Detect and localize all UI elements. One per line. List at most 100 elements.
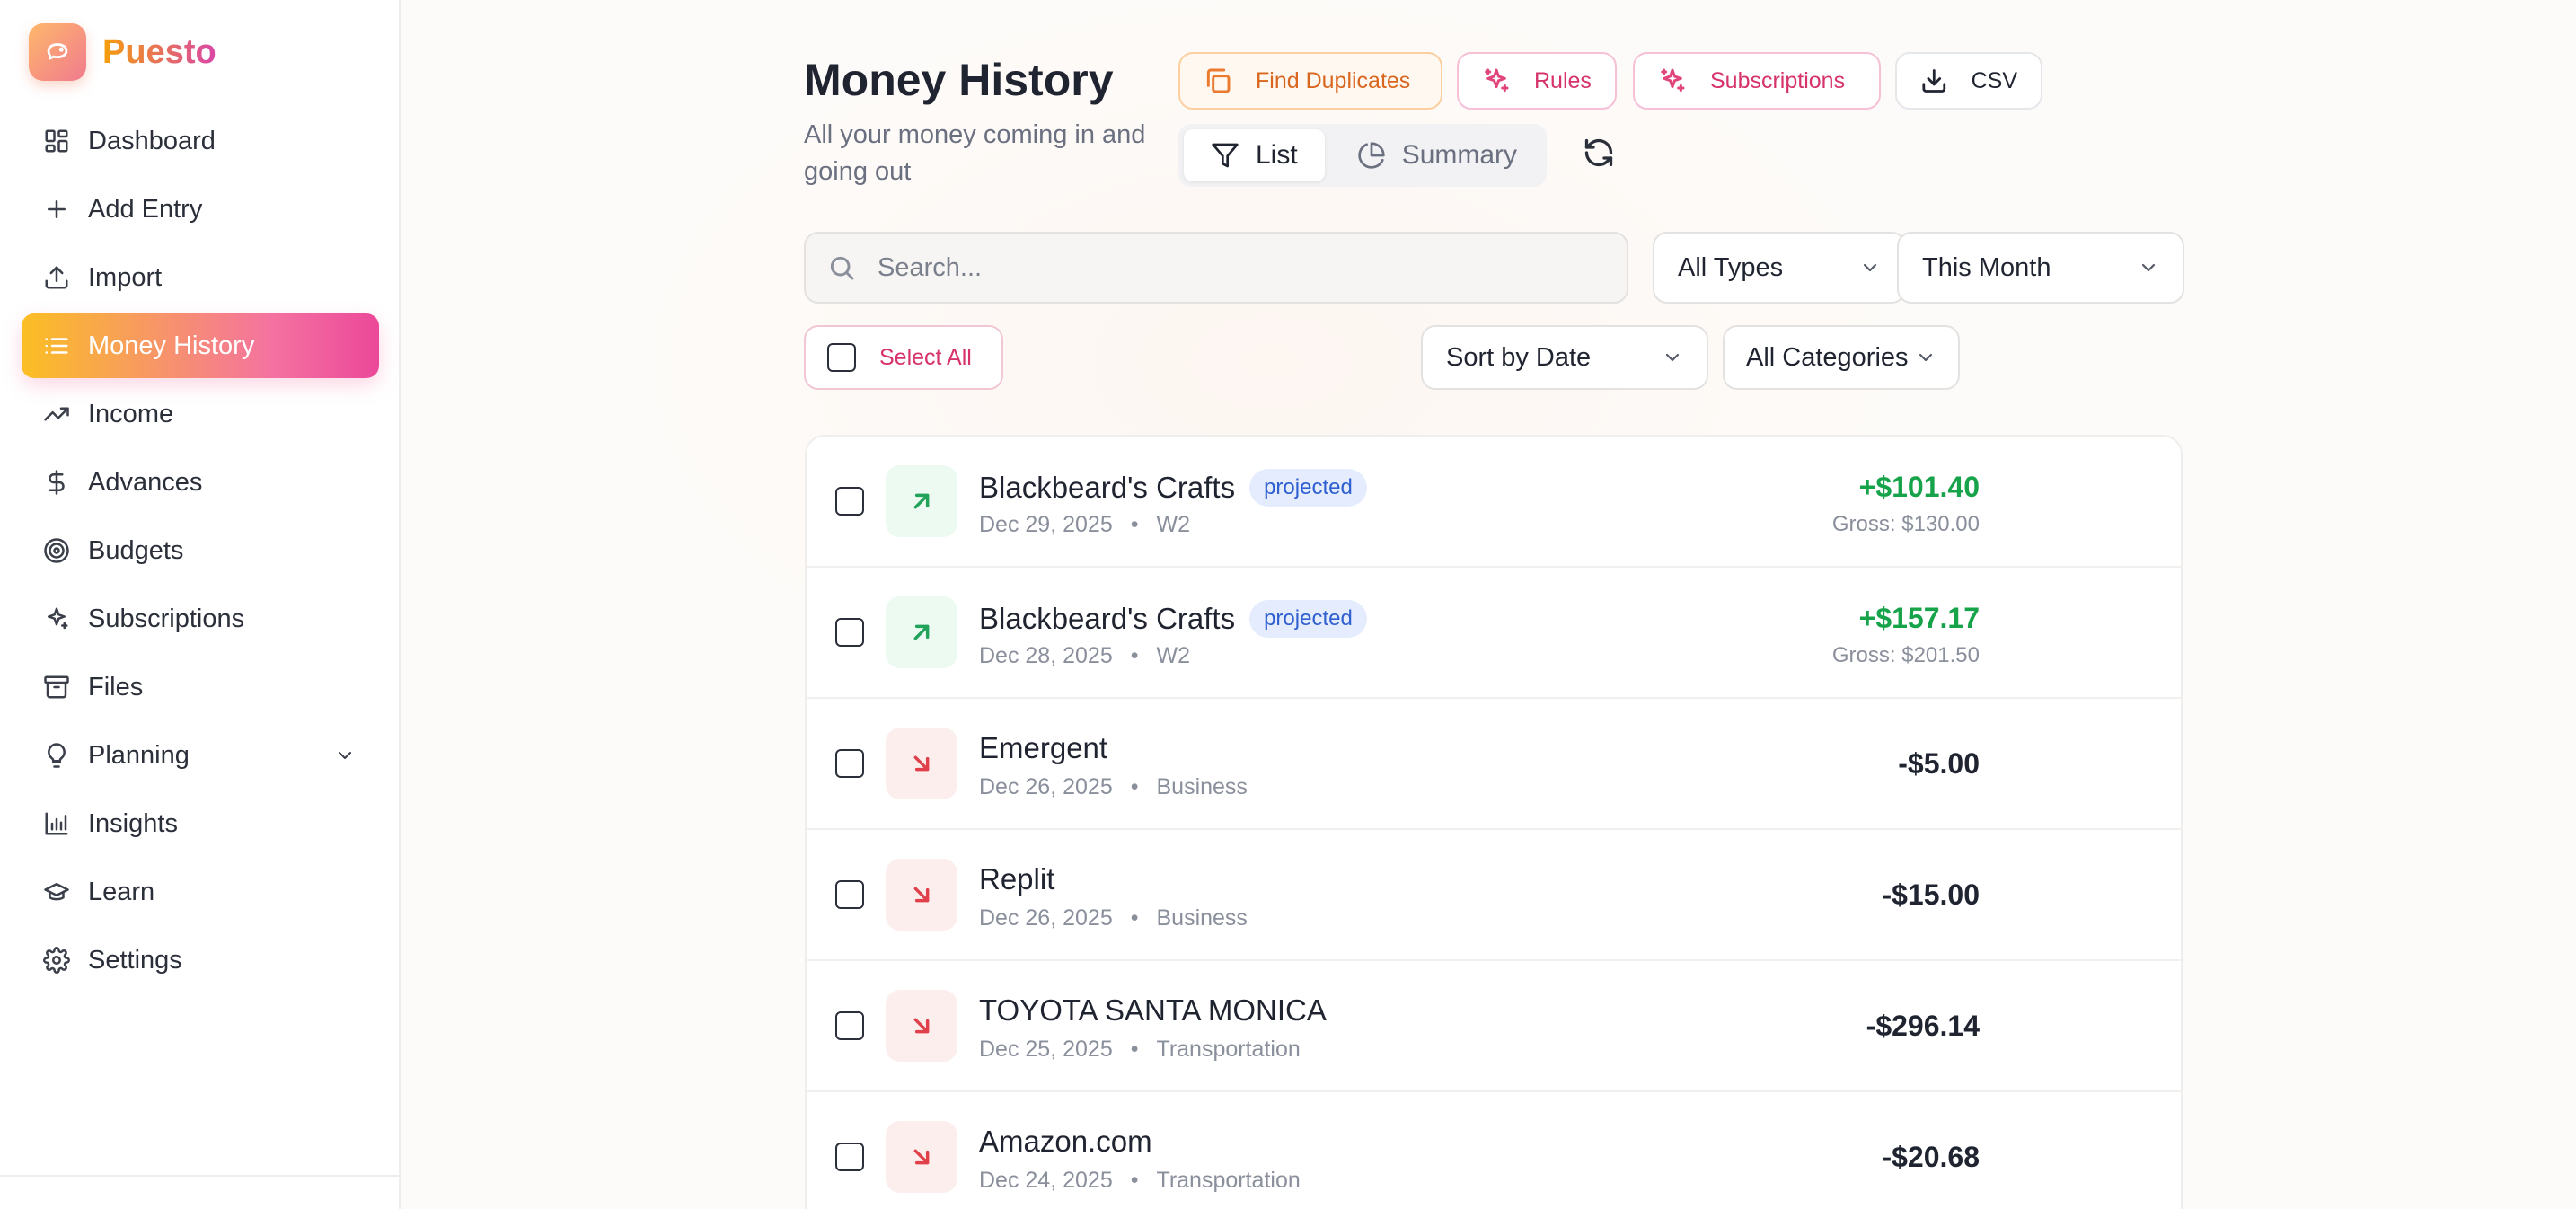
transaction-date: Dec 28, 2025 [979, 643, 1113, 668]
sort-value: Sort by Date [1446, 342, 1592, 372]
transaction-category: Transportation [1156, 1168, 1301, 1193]
gear-icon [43, 947, 70, 974]
period-filter-select[interactable]: This Month [1897, 232, 2184, 304]
transaction-row[interactable]: Blackbeard's Crafts projected Dec 28, 20… [807, 568, 2181, 699]
refresh-icon [1584, 138, 1613, 167]
export-csv-button[interactable]: CSV [1895, 52, 2042, 110]
transaction-meta: Dec 26, 2025 • Business [979, 905, 1248, 931]
transaction-name: Emergent [979, 731, 1108, 764]
subscriptions-button[interactable]: Subscriptions [1633, 52, 1881, 110]
meta-separator: • [1130, 905, 1139, 931]
transaction-category: Business [1156, 905, 1248, 931]
transaction-amount: -$20.68 [1882, 1141, 1980, 1173]
transaction-row[interactable]: Replit Dec 26, 2025 • Business -$15.00 [807, 830, 2181, 961]
meta-separator: • [1130, 1168, 1139, 1193]
transaction-name: Blackbeard's Crafts [979, 471, 1236, 504]
view-list-label: List [1256, 140, 1298, 170]
row-checkbox[interactable] [835, 749, 864, 778]
transaction-meta: Dec 25, 2025 • Transportation [979, 1037, 1301, 1063]
csv-label: CSV [1971, 67, 2017, 93]
sidebar-item-label: Files [88, 672, 144, 702]
sidebar-item-budgets[interactable]: Budgets [22, 518, 379, 583]
pie-chart-icon [1358, 142, 1385, 169]
sidebar-item-add-entry[interactable]: Add Entry [22, 177, 379, 242]
transaction-name: Replit [979, 862, 1055, 896]
transaction-meta: Dec 26, 2025 • Business [979, 774, 1248, 800]
sidebar-nav: Dashboard Add Entry Import Money History… [22, 109, 379, 996]
transaction-name-group: Blackbeard's Crafts projected [979, 469, 1367, 507]
download-icon [1922, 69, 1946, 93]
sidebar-item-files[interactable]: Files [22, 655, 379, 719]
transaction-meta: Dec 29, 2025 • W2 [979, 512, 1190, 538]
view-toggle: List Summary [1178, 124, 1547, 187]
find-duplicates-button[interactable]: Find Duplicates [1178, 52, 1442, 110]
page-title: Money History [804, 55, 1114, 105]
view-summary-tab[interactable]: Summary [1330, 129, 1544, 181]
transaction-amount: +$157.17 [1858, 602, 1980, 634]
view-list-tab[interactable]: List [1184, 129, 1325, 181]
target-icon [44, 538, 69, 563]
refresh-button[interactable] [1583, 137, 1619, 172]
sidebar-item-planning[interactable]: Planning [22, 723, 379, 788]
select-all-checkbox[interactable] [827, 343, 856, 372]
arrow-up-right-icon [886, 596, 957, 668]
sidebar-item-label: Dashboard [88, 126, 216, 155]
transaction-category: Transportation [1156, 1037, 1301, 1062]
sort-select[interactable]: Sort by Date [1421, 325, 1708, 390]
chevron-down-icon [1919, 353, 1933, 362]
sidebar-item-money-history[interactable]: Money History [22, 313, 379, 378]
transaction-date: Dec 26, 2025 [979, 774, 1113, 799]
rules-button[interactable]: Rules [1457, 52, 1617, 110]
sidebar-item-label: Income [88, 399, 174, 428]
chevron-down-icon [1665, 353, 1680, 362]
sidebar-item-learn[interactable]: Learn [22, 860, 379, 924]
sidebar-item-import[interactable]: Import [22, 245, 379, 310]
sidebar-item-advances[interactable]: Advances [22, 450, 379, 515]
type-filter-select[interactable]: All Types [1653, 232, 1906, 304]
upload-icon [45, 266, 68, 289]
select-all-button[interactable]: Select All [804, 325, 1003, 390]
transaction-name: Amazon.com [979, 1125, 1152, 1158]
search-icon [830, 256, 854, 280]
transaction-amount: -$296.14 [1866, 1010, 1980, 1042]
row-checkbox[interactable] [835, 880, 864, 909]
sidebar-item-label: Learn [88, 877, 155, 906]
rules-label: Rules [1534, 67, 1592, 93]
transaction-date: Dec 24, 2025 [979, 1168, 1113, 1193]
search-field[interactable] [804, 232, 1628, 304]
sidebar-item-label: Money History [88, 331, 255, 360]
subscriptions-label: Subscriptions [1710, 67, 1846, 93]
transaction-amount: -$15.00 [1882, 878, 1980, 911]
find-duplicates-label: Find Duplicates [1256, 67, 1411, 93]
search-input[interactable] [878, 252, 1596, 283]
category-filter-select[interactable]: All Categories [1723, 325, 1960, 390]
filter-icon [1212, 143, 1239, 168]
copy-icon [1206, 68, 1231, 93]
sidebar-item-insights[interactable]: Insights [22, 791, 379, 856]
row-checkbox[interactable] [835, 1011, 864, 1040]
transaction-row[interactable]: Amazon.com Dec 24, 2025 • Transportation… [807, 1092, 2181, 1209]
transaction-name-group: Blackbeard's Crafts projected [979, 600, 1367, 638]
sparkle-icon [1485, 68, 1509, 93]
sidebar-item-label: Add Entry [88, 194, 203, 224]
row-checkbox[interactable] [835, 618, 864, 647]
transaction-row[interactable]: Emergent Dec 26, 2025 • Business -$5.00 [807, 699, 2181, 830]
sidebar-item-settings[interactable]: Settings [22, 928, 379, 993]
archive-icon [44, 675, 69, 699]
brand[interactable]: Puesto [29, 23, 216, 81]
row-checkbox[interactable] [835, 1143, 864, 1171]
sidebar-item-dashboard[interactable]: Dashboard [22, 109, 379, 173]
sidebar-item-subscriptions[interactable]: Subscriptions [22, 587, 379, 651]
status-badge: projected [1249, 469, 1367, 507]
grid-icon [45, 129, 68, 153]
transaction-row[interactable]: TOYOTA SANTA MONICA Dec 25, 2025 • Trans… [807, 961, 2181, 1092]
graduation-cap-icon [44, 883, 69, 901]
sidebar-item-income[interactable]: Income [22, 382, 379, 446]
view-summary-label: Summary [1401, 140, 1518, 170]
transaction-row[interactable]: Blackbeard's Crafts projected Dec 29, 20… [807, 437, 2181, 568]
row-checkbox[interactable] [835, 487, 864, 516]
transaction-meta: Dec 28, 2025 • W2 [979, 643, 1190, 669]
chevron-down-icon[interactable] [334, 745, 356, 766]
meta-separator: • [1130, 774, 1139, 799]
brand-name: Puesto [102, 32, 216, 71]
